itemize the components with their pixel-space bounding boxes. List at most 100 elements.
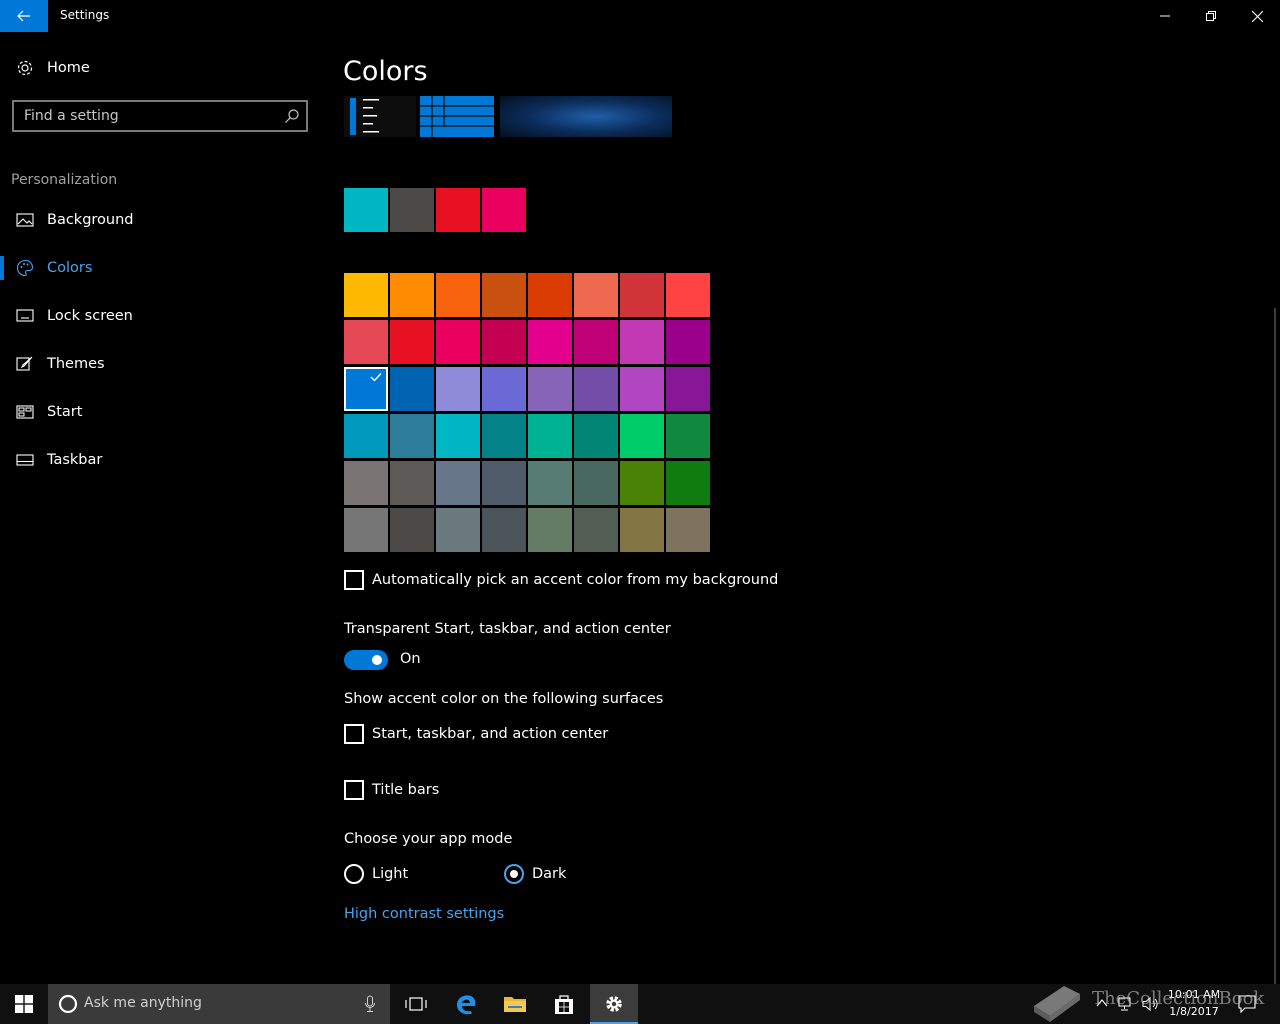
app-mode-light[interactable]: Light — [344, 864, 408, 884]
gear-icon — [16, 59, 34, 77]
app-mode-dark[interactable]: Dark — [504, 864, 566, 884]
edge-icon — [457, 995, 476, 1015]
color-swatch[interactable] — [482, 508, 526, 552]
color-swatch[interactable] — [620, 414, 664, 458]
color-swatch[interactable] — [436, 273, 480, 317]
color-swatch[interactable] — [666, 508, 710, 552]
store-button[interactable] — [540, 984, 588, 1024]
color-swatch[interactable] — [620, 461, 664, 505]
scrollbar[interactable] — [1274, 308, 1276, 984]
color-swatch[interactable] — [390, 461, 434, 505]
search-input[interactable] — [24, 102, 279, 130]
sidebar-item-themes[interactable]: Themes — [0, 344, 320, 384]
color-swatch[interactable] — [482, 320, 526, 364]
color-swatch[interactable] — [344, 508, 388, 552]
close-button[interactable] — [1234, 0, 1280, 32]
restore-button[interactable] — [1188, 0, 1234, 32]
sidebar-item-taskbar[interactable]: Taskbar — [0, 440, 320, 480]
radio-light-label: Light — [372, 866, 409, 882]
radio-light[interactable] — [344, 864, 364, 884]
surface-start-checkbox[interactable] — [344, 724, 364, 744]
sidebar-item-start[interactable]: Start — [0, 392, 320, 432]
minimize-button[interactable] — [1142, 0, 1188, 32]
high-contrast-link[interactable]: High contrast settings — [344, 906, 504, 922]
color-swatch[interactable] — [390, 320, 434, 364]
color-swatch[interactable] — [666, 461, 710, 505]
auto-pick-checkbox[interactable] — [344, 570, 364, 590]
color-swatch[interactable] — [436, 414, 480, 458]
transparency-toggle[interactable] — [344, 650, 388, 670]
task-view-button[interactable] — [392, 984, 440, 1024]
color-swatch[interactable] — [574, 273, 618, 317]
color-swatch[interactable] — [666, 273, 710, 317]
color-swatch[interactable] — [528, 414, 572, 458]
check-icon — [366, 369, 386, 385]
lock-screen-icon — [16, 307, 34, 325]
search-icon[interactable] — [284, 108, 300, 128]
color-swatch[interactable] — [344, 367, 388, 411]
color-swatch[interactable] — [528, 461, 572, 505]
color-swatch[interactable] — [528, 320, 572, 364]
recent-swatch[interactable] — [436, 188, 480, 232]
color-swatch[interactable] — [482, 414, 526, 458]
color-swatch[interactable] — [436, 367, 480, 411]
surface-start-label: Start, taskbar, and action center — [372, 726, 609, 742]
color-swatch[interactable] — [436, 508, 480, 552]
color-swatch[interactable] — [482, 367, 526, 411]
color-swatch[interactable] — [482, 461, 526, 505]
color-swatch[interactable] — [666, 367, 710, 411]
microphone-icon[interactable] — [364, 995, 376, 1013]
sidebar-item-lock-screen[interactable]: Lock screen — [0, 296, 320, 336]
color-swatch[interactable] — [574, 414, 618, 458]
back-button[interactable] — [0, 0, 48, 32]
color-swatch[interactable] — [436, 461, 480, 505]
surface-title-checkbox[interactable] — [344, 780, 364, 800]
color-swatch[interactable] — [574, 508, 618, 552]
color-swatch[interactable] — [574, 320, 618, 364]
recent-swatch[interactable] — [482, 188, 526, 232]
edge-button[interactable] — [442, 984, 490, 1024]
sidebar-item-colors[interactable]: Colors — [0, 248, 320, 288]
nav-home[interactable]: Home — [0, 48, 320, 88]
color-swatch[interactable] — [344, 414, 388, 458]
color-swatch[interactable] — [390, 508, 434, 552]
watermark: TheCollectionBook — [1030, 976, 1270, 1024]
cortana-search-box[interactable]: Ask me anything — [48, 984, 390, 1024]
color-swatch[interactable] — [390, 414, 434, 458]
close-icon — [1251, 10, 1263, 22]
radio-dark[interactable] — [504, 864, 524, 884]
search-box[interactable] — [12, 100, 308, 132]
color-swatch[interactable] — [390, 273, 434, 317]
file-explorer-button[interactable] — [491, 984, 539, 1024]
color-swatch[interactable] — [620, 508, 664, 552]
settings-icon — [606, 996, 622, 1012]
sidebar-item-background[interactable]: Background — [0, 200, 320, 240]
recent-swatch[interactable] — [390, 188, 434, 232]
color-swatch[interactable] — [528, 508, 572, 552]
title-bar: Settings — [0, 0, 1280, 32]
color-swatch[interactable] — [436, 320, 480, 364]
color-swatch[interactable] — [574, 461, 618, 505]
color-swatch[interactable] — [482, 273, 526, 317]
restore-icon — [1206, 11, 1216, 21]
start-button[interactable] — [0, 984, 48, 1024]
color-swatch[interactable] — [344, 273, 388, 317]
auto-pick-checkbox-row[interactable]: Automatically pick an accent color from … — [344, 570, 778, 590]
color-swatch[interactable] — [620, 273, 664, 317]
color-swatch[interactable] — [620, 320, 664, 364]
color-swatch[interactable] — [344, 461, 388, 505]
color-swatch[interactable] — [574, 367, 618, 411]
color-swatch[interactable] — [666, 320, 710, 364]
file-explorer-icon — [504, 997, 526, 1012]
sidebar: Home Personalization Background Colors L… — [0, 32, 320, 984]
surface-start-row[interactable]: Start, taskbar, and action center — [344, 724, 608, 744]
recent-swatch[interactable] — [344, 188, 388, 232]
surface-title-row[interactable]: Title bars — [344, 780, 439, 800]
color-swatch[interactable] — [620, 367, 664, 411]
color-swatch[interactable] — [528, 367, 572, 411]
color-swatch[interactable] — [344, 320, 388, 364]
color-swatch[interactable] — [666, 414, 710, 458]
settings-taskbar-button[interactable] — [590, 984, 638, 1024]
color-swatch[interactable] — [390, 367, 434, 411]
color-swatch[interactable] — [528, 273, 572, 317]
